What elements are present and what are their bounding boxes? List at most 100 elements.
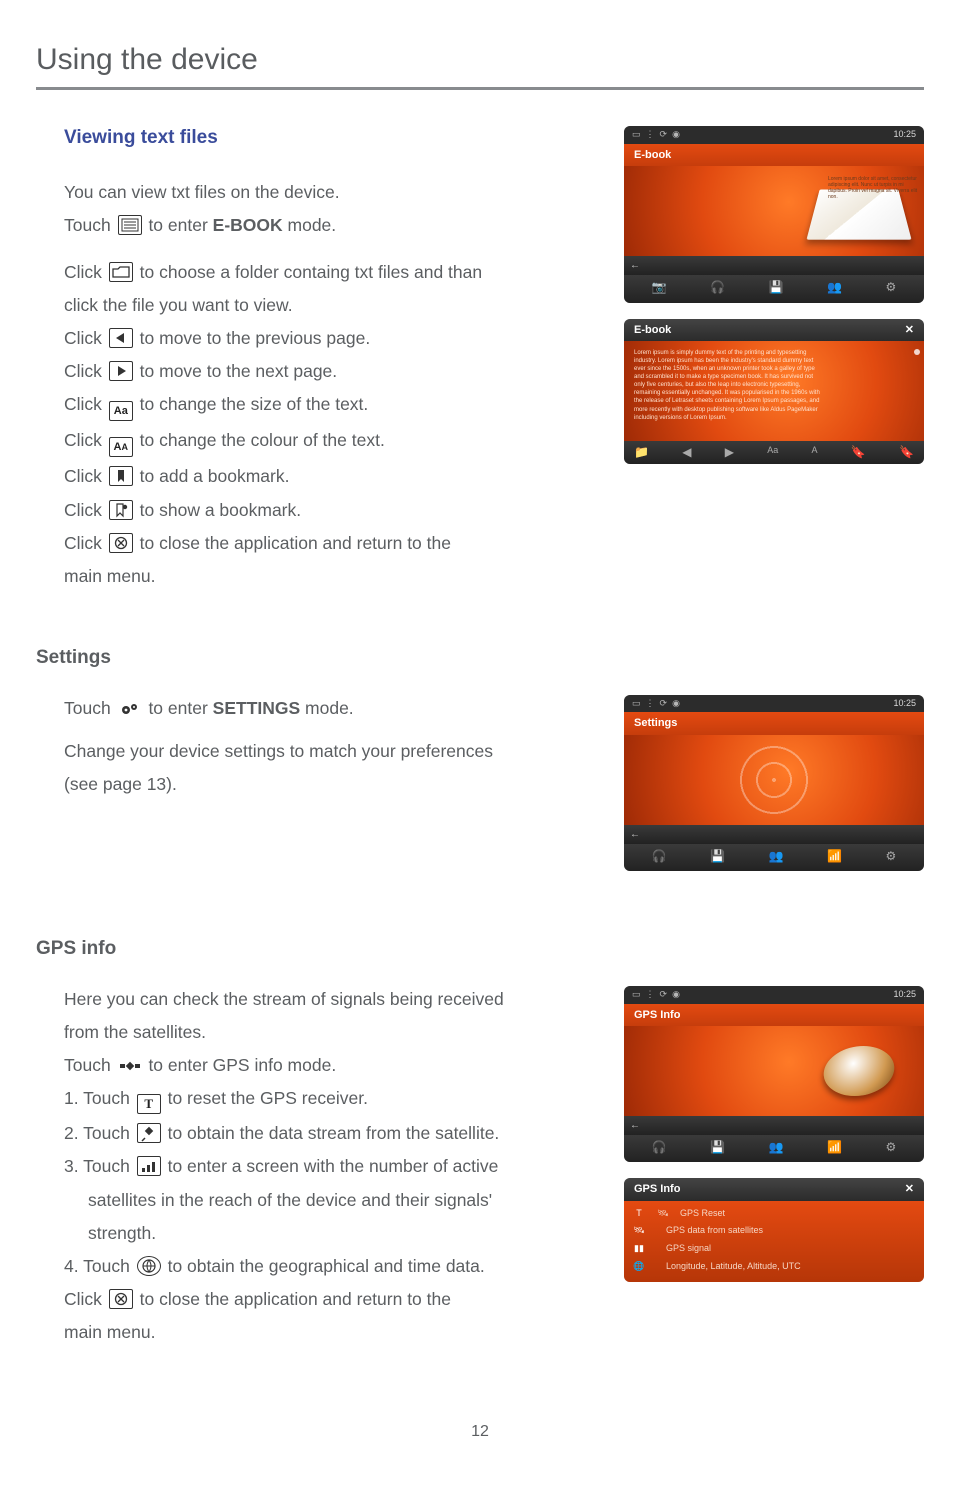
close-line-2: main menu. xyxy=(64,563,596,590)
t: Click xyxy=(64,394,107,414)
settings-body-1: Change your device settings to match you… xyxy=(64,738,596,765)
gps-step-2: 2. Touch to obtain the data stream from … xyxy=(64,1120,596,1147)
ebook-home-screenshot: ▭⋮⟳◉ 10:25 E-book Lorem ipsum dolor sit … xyxy=(624,126,924,303)
viewing-heading: Viewing text files xyxy=(64,126,596,151)
gps-row-label: GPS Reset xyxy=(680,1208,725,1220)
gps-step-3a: 3. Touch to enter a screen with the numb… xyxy=(64,1153,596,1180)
settings-mode-label: SETTINGS xyxy=(213,698,301,718)
gps-row-label: GPS signal xyxy=(666,1243,711,1255)
t: to obtain the data stream from the satel… xyxy=(168,1123,500,1143)
gps-close-2: main menu. xyxy=(64,1319,596,1346)
ebook-icon xyxy=(118,215,142,235)
t: Click xyxy=(64,430,107,450)
prev-line: Click to move to the previous page. xyxy=(64,325,596,352)
next-line: Click to move to the next page. xyxy=(64,358,596,385)
t: Click xyxy=(64,1289,107,1309)
t: to move to the previous page. xyxy=(140,328,371,348)
page-title: Using the device xyxy=(36,40,924,79)
t: to enter a screen with the number of act… xyxy=(168,1156,499,1176)
t: Click xyxy=(64,361,107,381)
t: 4. Touch xyxy=(64,1256,135,1276)
settings-heading: Settings xyxy=(36,646,924,671)
t: to close the application and return to t… xyxy=(140,533,451,553)
panel-title: GPS Info xyxy=(634,1182,680,1196)
colour-line: Click AA to change the colour of the tex… xyxy=(64,427,596,457)
gps-step-3c: strength. xyxy=(64,1220,596,1247)
t: Touch xyxy=(64,1055,116,1075)
t: to obtain the geographical and time data… xyxy=(168,1256,485,1276)
gps-heading: GPS info xyxy=(36,937,924,962)
gpsinfo-home-screenshot: ▭⋮⟳◉ 10:25 GPS Info ← 🎧💾👥📶⚙ xyxy=(624,986,924,1163)
stream-icon xyxy=(137,1123,161,1143)
t: 2. Touch xyxy=(64,1123,135,1143)
gps-intro-2: from the satellites. xyxy=(64,1019,596,1046)
t: to enter xyxy=(148,698,212,718)
gps-row-label: GPS data from satellites xyxy=(666,1225,763,1237)
gps-close-1: Click to close the application and retur… xyxy=(64,1286,596,1313)
settings-gears-icon xyxy=(118,700,142,718)
ebook-touch-line: Touch to enter E-BOOK mode. xyxy=(64,212,596,239)
gps-step-4: 4. Touch to obtain the geographical and … xyxy=(64,1253,596,1280)
t: Click xyxy=(64,262,107,282)
page-number: 12 xyxy=(36,1422,924,1443)
settings-touch-line: Touch to enter SETTINGS mode. xyxy=(64,695,596,722)
ebook-reader-screenshot: E-book✕ Lorem ipsum is simply dummy text… xyxy=(624,319,924,465)
text-colour-icon: AA xyxy=(109,437,133,457)
t: to move to the next page. xyxy=(140,361,338,381)
t: to reset the GPS receiver. xyxy=(168,1088,368,1108)
add-bookmark-line: Click to add a bookmark. xyxy=(64,463,596,490)
t: to add a bookmark. xyxy=(140,466,290,486)
close-line-1: Click to close the application and retur… xyxy=(64,530,596,557)
gps-step-3b: satellites in the reach of the device an… xyxy=(64,1187,596,1214)
t: 3. Touch xyxy=(64,1156,135,1176)
t: 1. Touch xyxy=(64,1088,135,1108)
gps-touch-line: Touch to enter GPS info mode. xyxy=(64,1052,596,1079)
panel-title: GPS Info xyxy=(634,1008,680,1022)
t: to close the application and return to t… xyxy=(140,1289,451,1309)
gps-row-label: Longitude, Latitude, Altitude, UTC xyxy=(666,1261,801,1273)
folder-line-2: click the file you want to view. xyxy=(64,292,596,319)
settings-body-2: (see page 13). xyxy=(64,771,596,798)
gpsinfo-panel-screenshot: GPS Info✕ T🛰GPS Reset 🛰GPS data from sat… xyxy=(624,1178,924,1281)
panel-title: E-book xyxy=(634,148,671,162)
t: Click xyxy=(64,328,107,348)
settings-screenshot: ▭⋮⟳◉ 10:25 Settings ← 🎧💾👥📶⚙ xyxy=(624,695,924,872)
panel-title: E-book xyxy=(634,323,671,337)
t: Click xyxy=(64,500,107,520)
panel-title: Settings xyxy=(634,716,677,730)
t: to enter GPS info mode. xyxy=(148,1055,336,1075)
close-icon xyxy=(109,1289,133,1309)
t: Touch xyxy=(64,698,116,718)
geo-icon xyxy=(137,1256,161,1276)
title-divider xyxy=(36,87,924,90)
gps-intro-1: Here you can check the stream of signals… xyxy=(64,986,596,1013)
t: Touch xyxy=(64,215,116,235)
folder-line-1: Click to choose a folder containg txt fi… xyxy=(64,259,596,286)
t: to change the size of the text. xyxy=(140,394,369,414)
status-time: 10:25 xyxy=(893,129,916,141)
text-size-icon: Aa xyxy=(109,401,133,421)
show-bookmark-line: Click to show a bookmark. xyxy=(64,497,596,524)
t: to enter xyxy=(148,215,212,235)
reset-icon: T xyxy=(137,1094,161,1114)
next-icon xyxy=(109,361,133,381)
viewing-intro: You can view txt files on the device. xyxy=(64,179,596,206)
bookmark-show-icon xyxy=(109,500,133,520)
close-icon xyxy=(109,533,133,553)
ebook-mode-label: E-BOOK xyxy=(213,215,283,235)
status-time: 10:25 xyxy=(893,989,916,1001)
t: to change the colour of the text. xyxy=(140,430,385,450)
satellite-icon xyxy=(118,1057,142,1075)
t: mode. xyxy=(283,215,337,235)
t: to show a bookmark. xyxy=(140,500,301,520)
t: Click xyxy=(64,533,107,553)
t: to choose a folder containg txt files an… xyxy=(140,262,482,282)
prev-icon xyxy=(109,328,133,348)
t: Click xyxy=(64,466,107,486)
size-line: Click Aa to change the size of the text. xyxy=(64,391,596,421)
folder-icon xyxy=(109,262,133,282)
gps-step-1: 1. Touch T to reset the GPS receiver. xyxy=(64,1085,596,1114)
status-time: 10:25 xyxy=(893,698,916,710)
bookmark-add-icon xyxy=(109,466,133,486)
signal-bars-icon xyxy=(137,1156,161,1176)
